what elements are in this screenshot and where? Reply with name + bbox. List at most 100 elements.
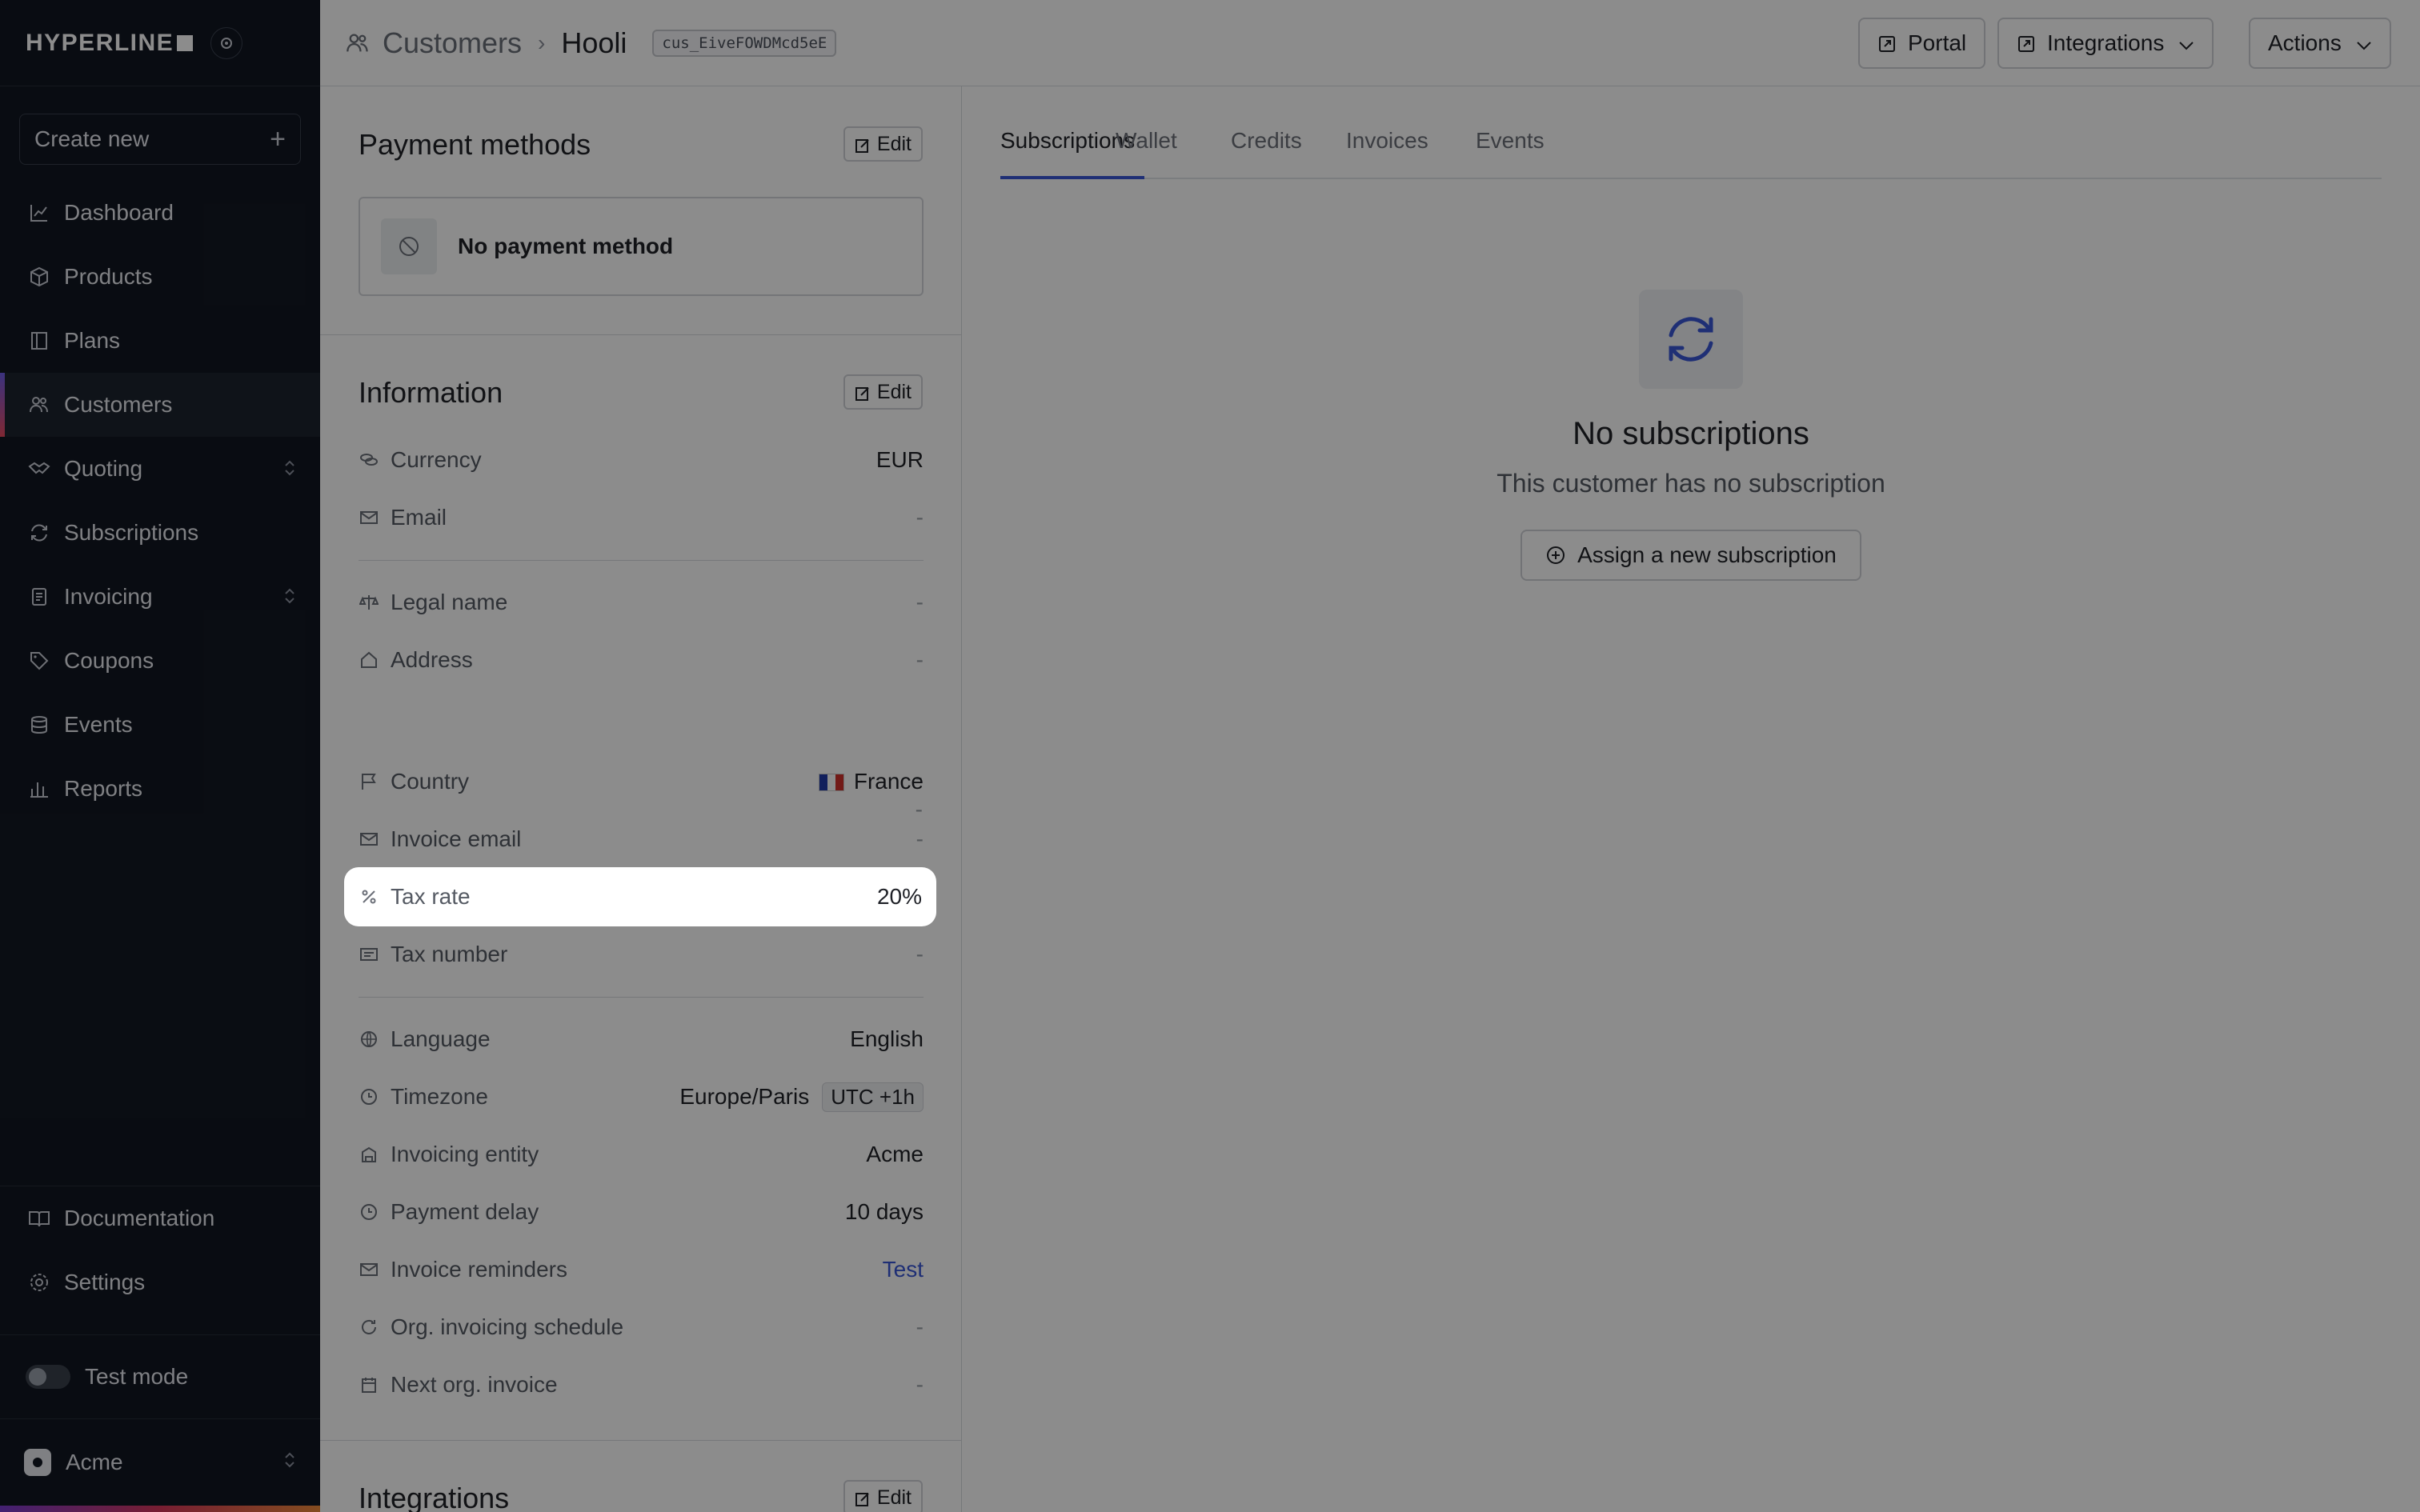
tab-invoices[interactable]: Invoices [1346, 128, 1428, 154]
information-edit-button[interactable]: Edit [843, 374, 923, 410]
plus-icon: + [270, 123, 286, 154]
email-value: - [916, 505, 924, 530]
empty-state-title: No subscriptions [1573, 416, 1809, 451]
tab-wallet[interactable]: Wallet [1116, 128, 1177, 154]
tax-rate-label: Tax rate [391, 884, 471, 909]
org-invoicing-schedule-value: - [916, 1314, 924, 1339]
sidebar-item-quoting[interactable]: Quoting [0, 437, 320, 501]
create-new-label: Create new [34, 126, 150, 151]
tag-icon [27, 649, 51, 673]
workspace-switcher[interactable]: Acme [0, 1419, 320, 1506]
flag-icon [359, 771, 379, 792]
actions-button[interactable]: Actions [2249, 18, 2391, 69]
mail-icon [359, 829, 379, 850]
home-icon [359, 650, 379, 670]
info-row-email: Email - [359, 496, 924, 539]
integrations-edit-button[interactable]: Edit [843, 1480, 923, 1512]
sidebar-item-coupons[interactable]: Coupons [0, 629, 320, 693]
customer-id-badge[interactable]: cus_EiveFOWDMcd5eE [652, 29, 837, 57]
info-label: Timezone [391, 1084, 488, 1109]
info-label: Invoice reminders [391, 1257, 567, 1282]
info-row-country: Country France [359, 760, 924, 803]
tax-rate-spotlight[interactable]: Tax rate 20% [344, 867, 936, 926]
info-label: Email [391, 505, 447, 530]
test-mode-toggle[interactable] [26, 1365, 70, 1389]
integrations-title: Integrations [359, 1482, 510, 1512]
info-label: Next org. invoice [391, 1372, 558, 1397]
country-name: France [853, 769, 924, 794]
breadcrumb-customers[interactable]: Customers [383, 26, 522, 60]
building-icon [359, 1144, 379, 1165]
sidebar-item-customers[interactable]: Customers [0, 373, 320, 437]
row-divider [359, 560, 924, 561]
chevron-updown-icon [283, 1450, 296, 1476]
users-icon [346, 31, 370, 55]
create-new-button[interactable]: Create new + [19, 114, 301, 165]
info-label: Country [391, 769, 470, 794]
address-line-1: - [916, 647, 924, 672]
tab-bar: Subscriptions Wallet Credits Invoices Ev… [1000, 86, 2382, 179]
sidebar-header: HYPERLINE [0, 0, 320, 86]
information-title: Information [359, 376, 503, 409]
info-row-org-invoicing-schedule: Org. invoicing schedule - [359, 1306, 924, 1349]
info-label: Org. invoicing schedule [391, 1314, 624, 1339]
info-row-timezone: Timezone Europe/Paris UTC +1h [359, 1075, 924, 1118]
info-row-language: Language English [359, 1018, 924, 1061]
book-icon [27, 329, 51, 353]
legal-name-value: - [916, 590, 924, 614]
active-tab-indicator [1000, 176, 1144, 179]
edit-label: Edit [876, 132, 912, 155]
test-mode-label: Test mode [85, 1364, 189, 1389]
sidebar-item-dashboard[interactable]: Dashboard [0, 181, 320, 245]
assign-subscription-button[interactable]: Assign a new subscription [1521, 530, 1861, 581]
mail-icon [359, 507, 379, 528]
tab-subscriptions[interactable]: Subscriptions [1000, 128, 1135, 154]
sidebar-item-documentation[interactable]: Documentation [0, 1186, 320, 1250]
sidebar-item-subscriptions[interactable]: Subscriptions [0, 501, 320, 565]
info-row-tax-number: Tax number - [359, 933, 924, 976]
external-link-icon [2017, 34, 2036, 53]
timezone-value: Europe/Paris UTC +1h [679, 1082, 924, 1112]
workspace-avatar [24, 1449, 51, 1476]
timezone-name: Europe/Paris [679, 1083, 810, 1109]
customer-main-panel: Subscriptions Wallet Credits Invoices Ev… [962, 86, 2420, 1512]
expand-chevron-icon [283, 458, 296, 484]
sidebar-item-settings[interactable]: Settings [0, 1250, 320, 1314]
info-label: Invoicing entity [391, 1142, 539, 1166]
info-label: Invoice email [391, 826, 522, 851]
portal-button[interactable]: Portal [1858, 18, 1986, 69]
edit-icon [855, 384, 871, 401]
info-label: Currency [391, 447, 482, 472]
section-divider [320, 1440, 962, 1441]
sidebar-item-events[interactable]: Events [0, 693, 320, 757]
logo-text: HYPERLINE [26, 29, 174, 56]
sidebar-bottom: Documentation Settings [0, 1186, 320, 1314]
info-label: Payment delay [391, 1199, 539, 1224]
sidebar-item-label: Dashboard [64, 200, 174, 225]
payment-methods-edit-button[interactable]: Edit [843, 126, 923, 162]
logo[interactable]: HYPERLINE [26, 29, 194, 57]
info-row-invoice-email: Invoice email - [359, 818, 924, 861]
sidebar-item-reports[interactable]: Reports [0, 757, 320, 821]
invoice-reminders-link[interactable]: Test [883, 1257, 924, 1282]
edit-label: Edit [876, 380, 912, 403]
refresh-icon [27, 521, 51, 545]
sidebar-item-invoicing[interactable]: Invoicing [0, 565, 320, 629]
handshake-icon [27, 457, 51, 481]
workspace-settings-icon[interactable] [210, 26, 243, 59]
info-label: Tax number [391, 942, 508, 966]
refresh-clock-icon [359, 1317, 379, 1338]
info-row-invoice-reminders: Invoice reminders Test [359, 1248, 924, 1291]
country-value: France [818, 769, 924, 794]
clock-icon [359, 1202, 379, 1222]
integrations-button[interactable]: Integrations [1997, 18, 2214, 69]
edit-icon [855, 1490, 871, 1506]
sidebar-item-products[interactable]: Products [0, 245, 320, 309]
tab-credits[interactable]: Credits [1231, 128, 1302, 154]
sidebar-item-plans[interactable]: Plans [0, 309, 320, 373]
sidebar-item-label: Invoicing [64, 584, 153, 609]
no-entry-icon [381, 218, 437, 274]
tab-events[interactable]: Events [1476, 128, 1545, 154]
breadcrumb-separator-icon: › [538, 30, 546, 55]
scale-icon [359, 592, 379, 613]
